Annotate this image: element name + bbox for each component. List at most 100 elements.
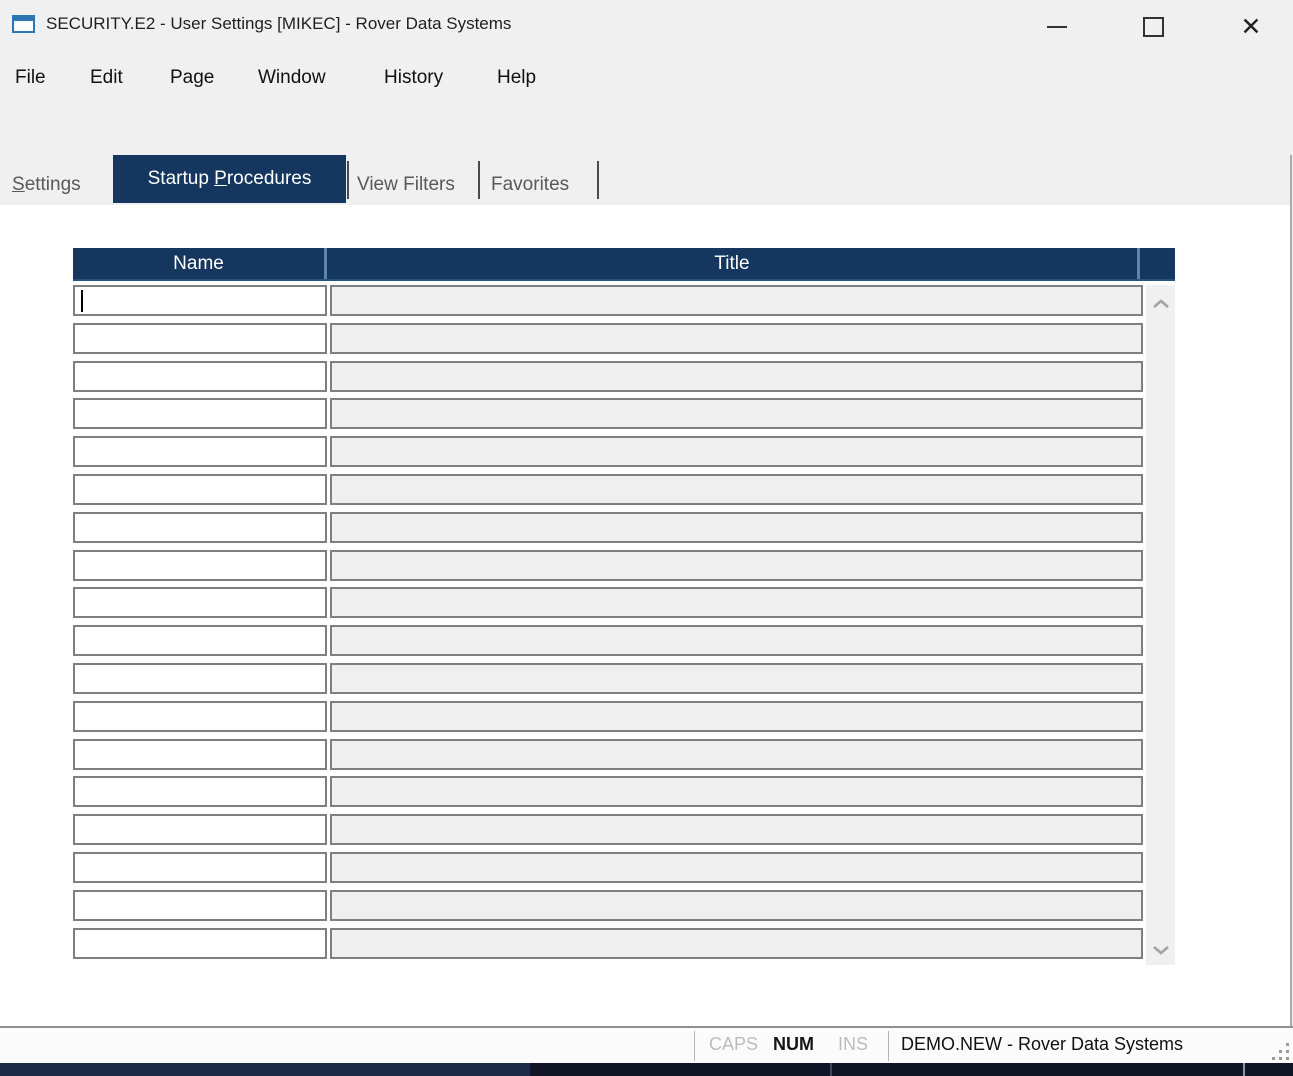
status-bar: CAPS NUM INS DEMO.NEW - Rover Data Syste… bbox=[0, 1026, 1293, 1063]
status-separator bbox=[888, 1031, 889, 1061]
menu-page[interactable]: Page bbox=[166, 62, 218, 94]
column-header-name[interactable]: Name bbox=[73, 248, 327, 279]
name-cell[interactable] bbox=[73, 436, 327, 467]
column-header-title[interactable]: Title bbox=[327, 248, 1140, 279]
table-row bbox=[73, 701, 1143, 732]
table-row bbox=[73, 436, 1143, 467]
tab-view-filters[interactable]: View Filters bbox=[357, 169, 455, 201]
startup-procedures-panel: Name Title bbox=[0, 205, 1291, 1026]
name-cell[interactable] bbox=[73, 587, 327, 618]
grid-body bbox=[73, 285, 1143, 975]
tab-startup-procedures[interactable]: Startup Procedures bbox=[113, 155, 346, 203]
ins-indicator: INS bbox=[838, 1034, 868, 1055]
table-row bbox=[73, 625, 1143, 656]
name-cell[interactable] bbox=[73, 928, 327, 959]
menu-file[interactable]: File bbox=[11, 62, 50, 94]
title-cell[interactable] bbox=[330, 814, 1143, 845]
tab-favorites[interactable]: Favorites bbox=[491, 169, 569, 201]
tab-separator bbox=[597, 161, 599, 199]
table-row bbox=[73, 398, 1143, 429]
menu-help[interactable]: Help bbox=[493, 62, 540, 94]
table-row bbox=[73, 550, 1143, 581]
tab-separator bbox=[347, 161, 349, 199]
num-indicator: NUM bbox=[773, 1034, 814, 1055]
title-cell[interactable] bbox=[330, 890, 1143, 921]
menu-history[interactable]: History bbox=[380, 62, 447, 94]
app-window-icon bbox=[12, 15, 35, 33]
title-cell[interactable] bbox=[330, 361, 1143, 392]
name-cell[interactable] bbox=[73, 474, 327, 505]
scroll-down-button[interactable] bbox=[1146, 935, 1175, 965]
column-header-scroll bbox=[1140, 248, 1169, 279]
tab-separator bbox=[478, 161, 480, 199]
status-context: DEMO.NEW - Rover Data Systems bbox=[901, 1034, 1183, 1055]
minimize-button[interactable] bbox=[1034, 8, 1080, 46]
chevron-down-icon bbox=[1152, 944, 1170, 956]
name-cell[interactable] bbox=[73, 398, 327, 429]
table-row bbox=[73, 814, 1143, 845]
name-cell[interactable] bbox=[73, 663, 327, 694]
window-title: SECURITY.E2 - User Settings [MIKEC] - Ro… bbox=[46, 14, 511, 34]
title-cell[interactable] bbox=[330, 550, 1143, 581]
title-cell[interactable] bbox=[330, 739, 1143, 770]
title-cell[interactable] bbox=[330, 663, 1143, 694]
table-row bbox=[73, 890, 1143, 921]
name-cell[interactable] bbox=[73, 814, 327, 845]
table-row bbox=[73, 361, 1143, 392]
title-cell[interactable] bbox=[330, 512, 1143, 543]
name-cell[interactable] bbox=[73, 512, 327, 543]
title-cell[interactable] bbox=[330, 587, 1143, 618]
title-cell[interactable] bbox=[330, 625, 1143, 656]
table-row bbox=[73, 776, 1143, 807]
status-separator bbox=[694, 1031, 695, 1061]
chevron-up-icon bbox=[1152, 298, 1170, 310]
menu-window[interactable]: Window bbox=[254, 62, 330, 94]
tab-settings[interactable]: Settings bbox=[12, 169, 81, 201]
title-cell[interactable] bbox=[330, 776, 1143, 807]
toolbar: ? × bbox=[0, 100, 1293, 155]
resize-grip-icon[interactable] bbox=[1267, 1038, 1289, 1060]
taskbar bbox=[0, 1063, 1293, 1076]
taskbar-segment bbox=[0, 1063, 530, 1076]
table-row bbox=[73, 474, 1143, 505]
name-cell[interactable] bbox=[73, 739, 327, 770]
tab-strip: Settings Startup Procedures View Filters… bbox=[0, 155, 1293, 205]
table-row bbox=[73, 512, 1143, 543]
vertical-scrollbar[interactable] bbox=[1146, 285, 1175, 965]
name-cell[interactable] bbox=[73, 285, 327, 316]
menu-bar: File Edit Page Window History Help bbox=[0, 52, 1293, 100]
menu-edit[interactable]: Edit bbox=[86, 62, 127, 94]
text-caret bbox=[81, 290, 83, 312]
taskbar-divider bbox=[830, 1063, 832, 1076]
title-cell[interactable] bbox=[330, 323, 1143, 354]
name-cell[interactable] bbox=[73, 323, 327, 354]
caps-indicator: CAPS bbox=[709, 1034, 758, 1055]
maximize-button[interactable] bbox=[1130, 8, 1176, 46]
name-cell[interactable] bbox=[73, 550, 327, 581]
title-cell[interactable] bbox=[330, 398, 1143, 429]
table-row bbox=[73, 928, 1143, 959]
grid-header: Name Title bbox=[73, 248, 1175, 281]
title-bar: SECURITY.E2 - User Settings [MIKEC] - Ro… bbox=[0, 0, 1293, 52]
table-row bbox=[73, 285, 1143, 316]
table-row bbox=[73, 663, 1143, 694]
table-row bbox=[73, 587, 1143, 618]
scroll-up-button[interactable] bbox=[1146, 289, 1175, 319]
name-cell[interactable] bbox=[73, 852, 327, 883]
table-row bbox=[73, 739, 1143, 770]
title-cell[interactable] bbox=[330, 852, 1143, 883]
title-cell[interactable] bbox=[330, 928, 1143, 959]
title-cell[interactable] bbox=[330, 436, 1143, 467]
title-cell[interactable] bbox=[330, 701, 1143, 732]
name-cell[interactable] bbox=[73, 625, 327, 656]
title-cell[interactable] bbox=[330, 285, 1143, 316]
name-cell[interactable] bbox=[73, 361, 327, 392]
title-cell[interactable] bbox=[330, 474, 1143, 505]
name-cell[interactable] bbox=[73, 776, 327, 807]
table-row bbox=[73, 852, 1143, 883]
name-cell[interactable] bbox=[73, 701, 327, 732]
table-row bbox=[73, 323, 1143, 354]
close-button[interactable]: ✕ bbox=[1228, 8, 1274, 46]
taskbar-divider bbox=[1243, 1063, 1245, 1076]
name-cell[interactable] bbox=[73, 890, 327, 921]
